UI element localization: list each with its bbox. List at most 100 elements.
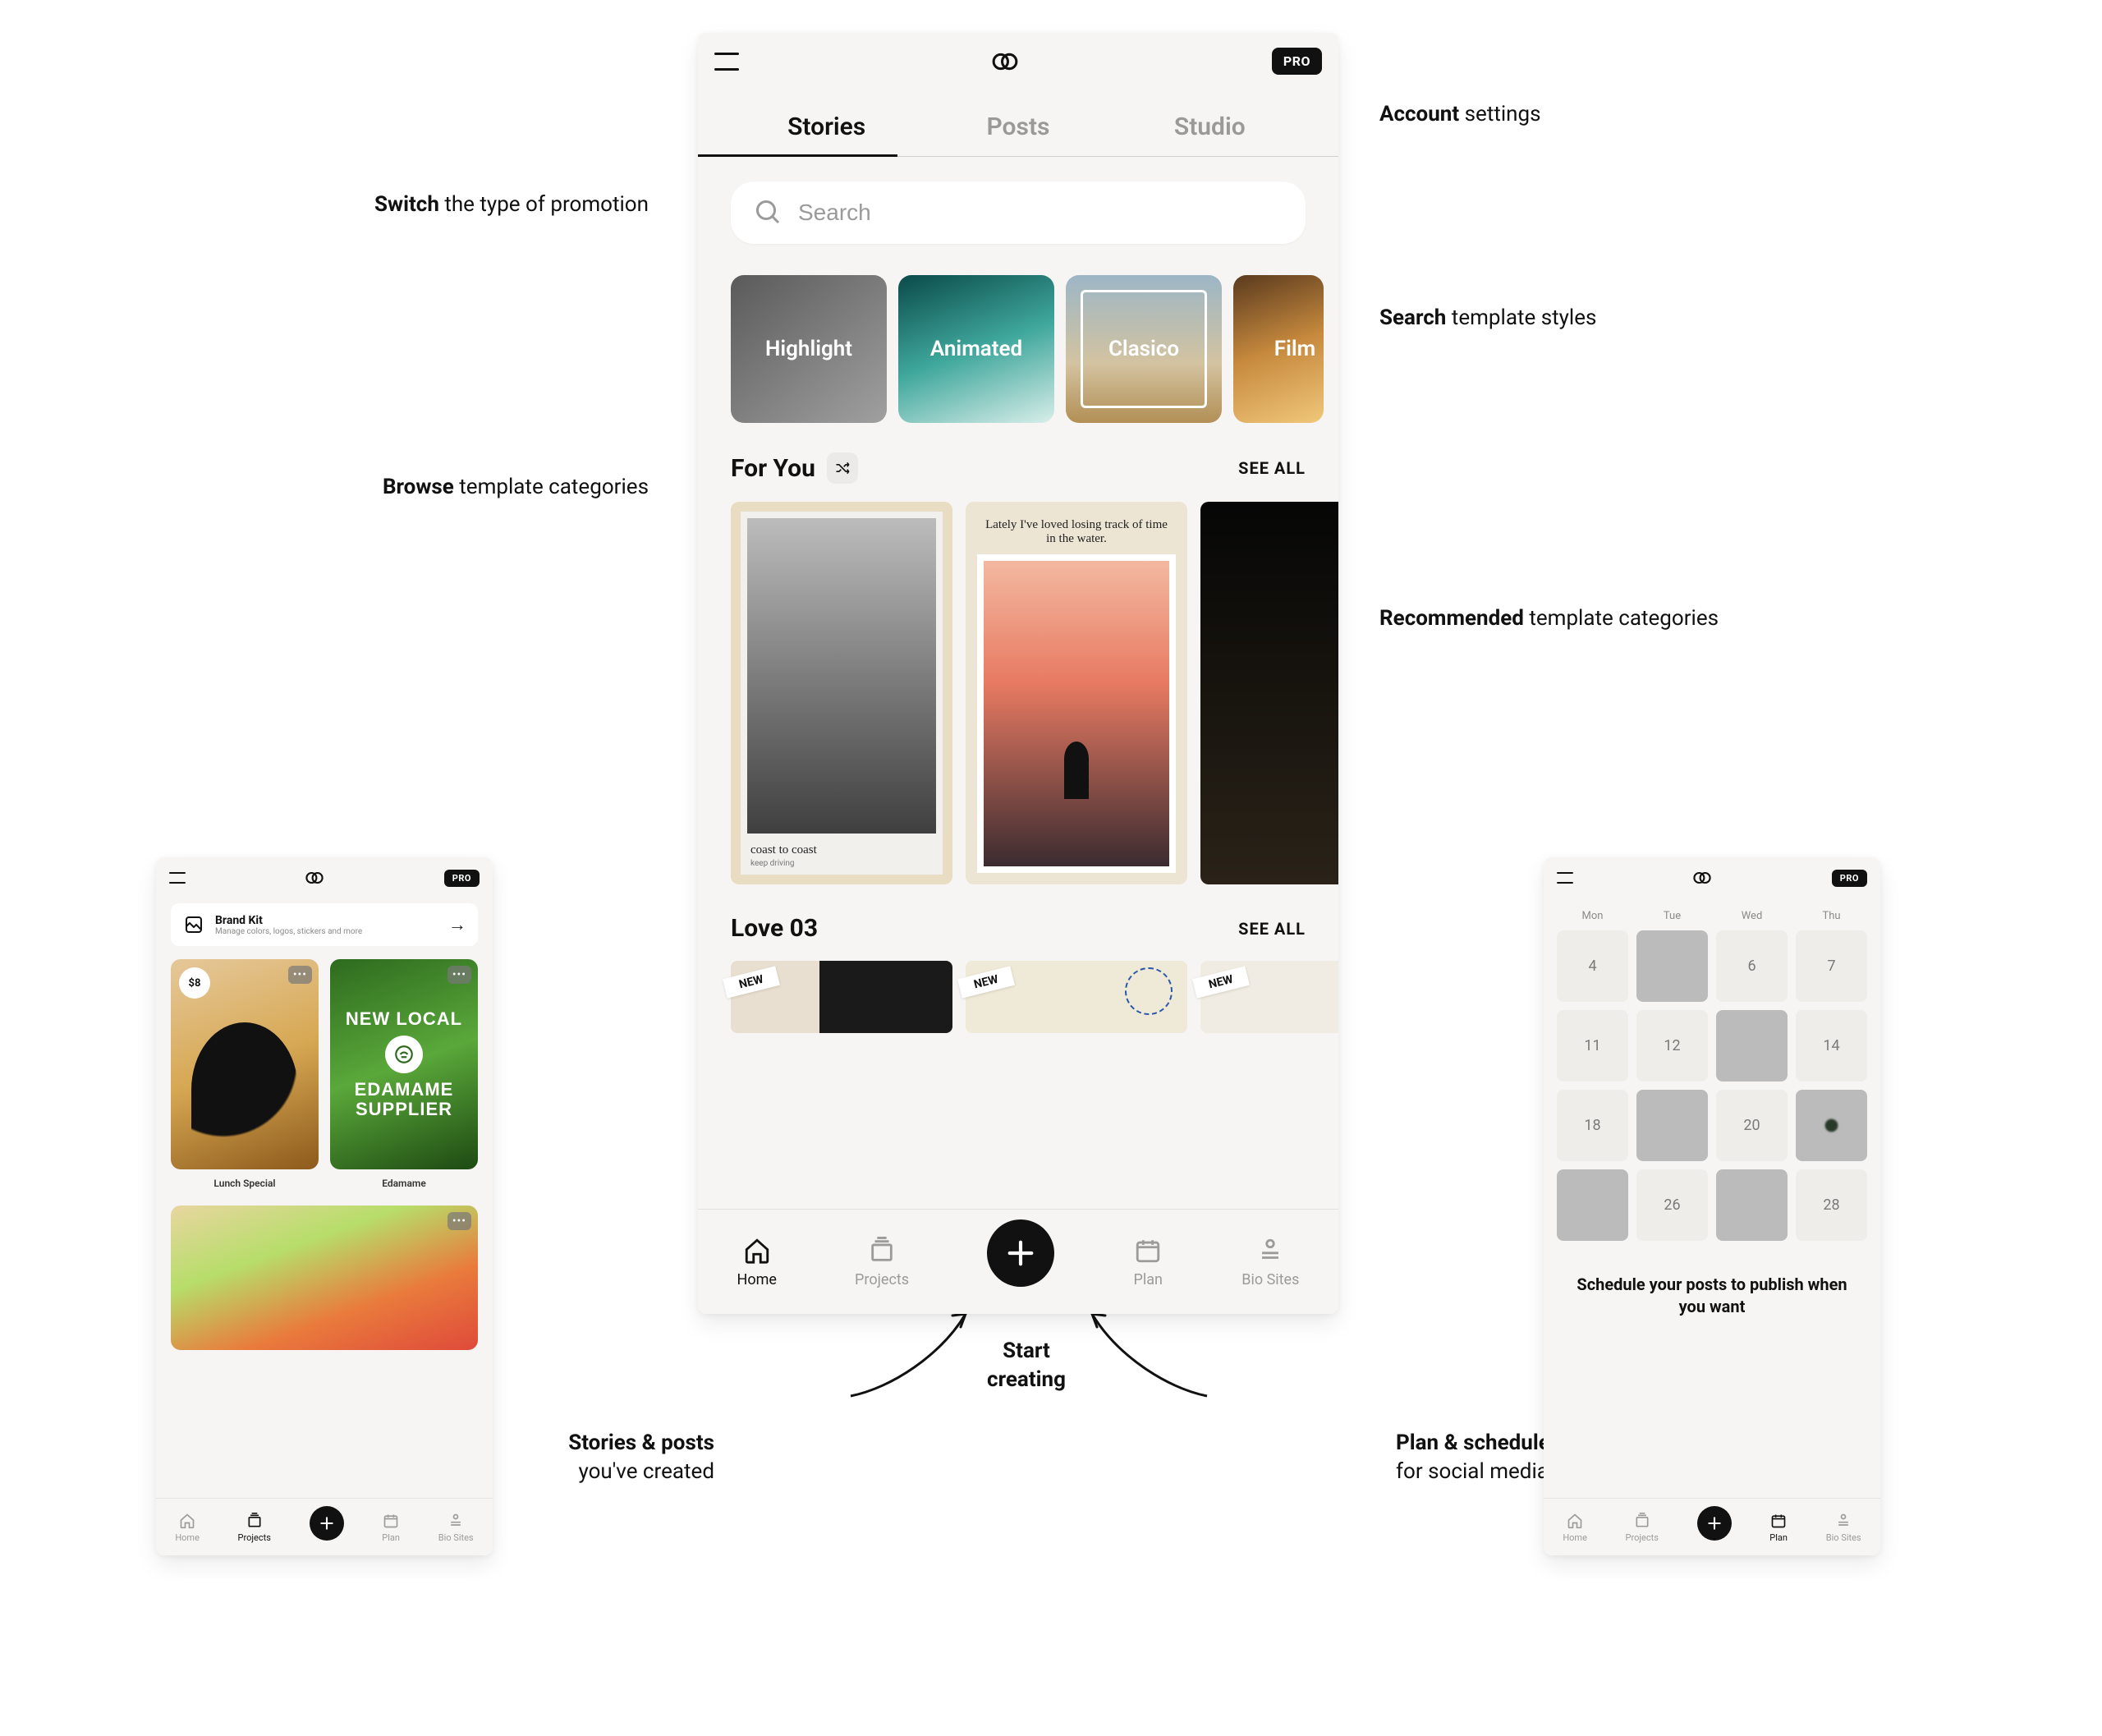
project-card-wide[interactable]: •••	[171, 1206, 478, 1350]
nav-plan[interactable]: Plan	[1769, 1512, 1788, 1543]
top-bar: PRO	[698, 33, 1338, 90]
annotation-browse: Browse template categories	[345, 473, 649, 502]
create-button[interactable]	[1697, 1506, 1732, 1541]
search-input[interactable]	[798, 200, 1283, 226]
project-card[interactable]: $8 ••• Lunch Special	[171, 959, 319, 1197]
project-label: Edamame	[330, 1169, 478, 1197]
nav-home[interactable]: Home	[1563, 1512, 1587, 1543]
nav-biosites[interactable]: Bio Sites	[1826, 1512, 1861, 1543]
calendar-grid: 4 67 1112 14 18 2026 28	[1557, 930, 1867, 1241]
home-icon	[1566, 1512, 1584, 1530]
calendar-day[interactable]: 12	[1636, 1010, 1708, 1082]
for-you-row: coast to coast keep driving Lately I've …	[698, 484, 1338, 884]
pro-badge[interactable]: PRO	[1832, 870, 1867, 887]
nav-biosites[interactable]: Bio Sites	[438, 1512, 474, 1543]
new-ribbon: NEW	[723, 966, 780, 998]
calendar-post-thumb[interactable]	[1716, 1010, 1788, 1082]
category-film[interactable]: Film	[1233, 275, 1324, 423]
calendar-day[interactable]: 6	[1716, 930, 1788, 1002]
top-bar: PRO	[1544, 857, 1880, 898]
template-card[interactable]	[1200, 502, 1338, 884]
nav-projects[interactable]: Projects	[1626, 1512, 1659, 1543]
projects-icon	[246, 1512, 264, 1530]
shuffle-icon	[834, 460, 851, 476]
brand-kit-icon	[182, 913, 205, 936]
phone-projects: PRO Brand Kit Manage colors, logos, stic…	[156, 857, 493, 1555]
arrow-left	[842, 1306, 974, 1404]
calendar-day[interactable]: 11	[1557, 1010, 1628, 1082]
template-card[interactable]: NEW	[731, 961, 952, 1033]
brand-kit-title: Brand Kit	[215, 914, 438, 927]
template-card[interactable]: Lately I've loved losing track of time i…	[966, 502, 1187, 884]
template-caption: coast to coast	[747, 834, 936, 859]
bottom-nav: Home Projects Plan Bio Sites	[156, 1498, 493, 1555]
menu-button[interactable]	[1557, 872, 1573, 884]
menu-button[interactable]	[169, 872, 186, 884]
calendar-post-thumb[interactable]	[1796, 1090, 1867, 1161]
calendar-post-thumb[interactable]	[1716, 1169, 1788, 1241]
overlay-text: EDAMAME SUPPLIER	[330, 1080, 478, 1119]
see-all-love[interactable]: SEE ALL	[1238, 919, 1306, 939]
pro-badge[interactable]: PRO	[1272, 48, 1322, 75]
search-bar[interactable]	[731, 181, 1306, 244]
phone-home: PRO Stories Posts Studio Highlight Anima…	[698, 33, 1338, 1314]
calendar-day[interactable]: 18	[1557, 1090, 1628, 1161]
supplier-icon	[385, 1036, 423, 1073]
menu-button[interactable]	[714, 53, 739, 71]
more-button[interactable]: •••	[288, 966, 312, 984]
category-animated[interactable]: Animated	[898, 275, 1054, 423]
calendar-post-thumb[interactable]	[1636, 930, 1708, 1002]
nav-plan[interactable]: Plan	[382, 1512, 400, 1543]
arrow-right	[1084, 1306, 1215, 1404]
calendar-day[interactable]: 14	[1796, 1010, 1867, 1082]
nav-home[interactable]: Home	[737, 1235, 777, 1288]
calendar-post-thumb[interactable]	[1636, 1090, 1708, 1161]
see-all-for-you[interactable]: SEE ALL	[1238, 458, 1306, 478]
app-logo	[1687, 869, 1717, 887]
section-love-header: Love 03 SEE ALL	[698, 884, 1338, 943]
plan-icon	[382, 1512, 400, 1530]
calendar-day[interactable]: 4	[1557, 930, 1628, 1002]
create-button[interactable]	[987, 1219, 1054, 1287]
calendar-day[interactable]: 7	[1796, 930, 1867, 1002]
template-script-text: Lately I've loved losing track of time i…	[977, 513, 1176, 554]
love-title: Love 03	[731, 914, 818, 943]
template-card[interactable]: coast to coast keep driving	[731, 502, 952, 884]
calendar: MonTueWedThu 46711121418202628	[1544, 898, 1880, 1241]
home-icon	[178, 1512, 196, 1530]
tab-studio[interactable]: Studio	[1114, 98, 1306, 156]
biosites-icon	[1255, 1235, 1286, 1266]
project-card[interactable]: ••• NEW LOCAL EDAMAME SUPPLIER Edamame	[330, 959, 478, 1197]
plan-icon	[1769, 1512, 1788, 1530]
annotation-search: Search template styles	[1379, 304, 1596, 333]
category-highlight[interactable]: Highlight	[731, 275, 887, 423]
nav-projects[interactable]: Projects	[238, 1512, 271, 1543]
love-row: NEW NEW NEW	[698, 943, 1338, 1033]
nav-projects[interactable]: Projects	[855, 1235, 909, 1288]
content-type-tabs: Stories Posts Studio	[698, 90, 1338, 157]
annotation-switch: Switch the type of promotion	[345, 191, 649, 219]
chevron-right-icon: →	[448, 914, 466, 935]
shuffle-button[interactable]	[827, 452, 858, 484]
calendar-day[interactable]: 26	[1636, 1169, 1708, 1241]
top-bar: PRO	[156, 857, 493, 898]
pro-badge[interactable]: PRO	[444, 870, 480, 887]
tab-stories[interactable]: Stories	[731, 98, 922, 156]
brand-kit-card[interactable]: Brand Kit Manage colors, logos, stickers…	[171, 903, 478, 946]
template-card[interactable]: NEW	[1200, 961, 1338, 1033]
biosites-icon	[447, 1512, 465, 1530]
nav-plan[interactable]: Plan	[1132, 1235, 1163, 1288]
create-button[interactable]	[310, 1506, 344, 1541]
more-button[interactable]: •••	[447, 1212, 471, 1230]
projects-icon	[1633, 1512, 1651, 1530]
bottom-nav: Home Projects Plan Bio Sites	[1544, 1498, 1880, 1555]
category-clasico[interactable]: Clasico	[1066, 275, 1222, 423]
nav-home[interactable]: Home	[175, 1512, 200, 1543]
tab-posts[interactable]: Posts	[922, 98, 1113, 156]
plan-icon	[1132, 1235, 1163, 1266]
nav-biosites[interactable]: Bio Sites	[1241, 1235, 1299, 1288]
calendar-day[interactable]: 28	[1796, 1169, 1867, 1241]
calendar-day[interactable]: 20	[1716, 1090, 1788, 1161]
calendar-post-thumb[interactable]	[1557, 1169, 1628, 1241]
template-card[interactable]: NEW	[966, 961, 1187, 1033]
